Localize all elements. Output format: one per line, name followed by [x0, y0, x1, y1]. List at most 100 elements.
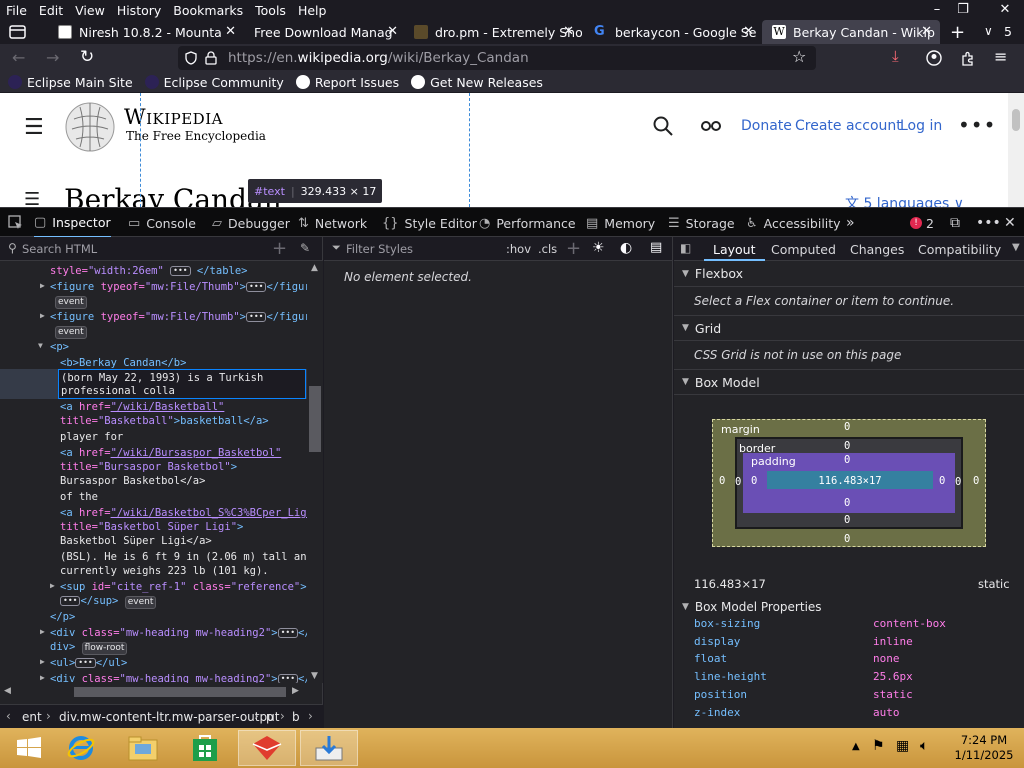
event-badge[interactable]: event [124, 596, 157, 609]
border-right-value[interactable]: 0 [955, 476, 961, 488]
tab-fdm[interactable]: Free Download Manag ✕ [244, 20, 406, 44]
scroll-down-icon[interactable]: ▼ [311, 671, 318, 681]
scroll-thumb[interactable] [74, 687, 286, 697]
tab-accessibility[interactable]: ♿ Accessibility [746, 208, 841, 238]
scroll-thumb[interactable] [309, 386, 321, 452]
padding-right-value[interactable]: 0 [939, 475, 945, 487]
menu-history[interactable]: History [111, 3, 167, 18]
markup-line[interactable]: Bursaspor Basketbol</a> [60, 475, 205, 487]
more-tools-icon[interactable]: » [846, 208, 855, 238]
markup-tree[interactable]: style="width:26em" ••• </table> ▶ <figur… [0, 261, 307, 692]
clock[interactable]: 7:24 PM 1/11/2025 [952, 733, 1016, 763]
reload-icon[interactable]: ↻ [80, 47, 94, 67]
toggle-sidebar-icon[interactable]: ◧ [680, 241, 691, 255]
list-all-tabs-button[interactable]: ∨ [984, 24, 993, 38]
create-account-link[interactable]: Create account [795, 118, 902, 134]
breadcrumb-item[interactable]: p [266, 710, 274, 724]
more-options-icon[interactable]: ••• [958, 113, 996, 137]
box-model-properties-header[interactable]: ▼ Box Model Properties [674, 597, 1024, 617]
volume-icon[interactable]: 🔈︎ [920, 738, 928, 754]
close-tab-icon[interactable]: ✕ [563, 24, 574, 39]
flag-icon[interactable]: ⚑ [872, 738, 885, 754]
markup-line[interactable]: <a href="/wiki/Basketbol_S%C3%BCper_Ligi… [60, 507, 307, 519]
menu-tools[interactable]: Tools [249, 3, 292, 18]
element-picker-icon[interactable] [8, 215, 24, 231]
property-row[interactable]: box-sizing content-box [694, 617, 1014, 635]
menu-view[interactable]: View [69, 3, 111, 18]
markup-line[interactable]: style="width:26em" ••• </table> [50, 265, 247, 277]
network-icon[interactable]: ▦ [896, 738, 909, 754]
box-model-margin[interactable]: margin 0 0 0 0 border 0 0 0 0 padding 0 … [712, 419, 986, 547]
tab-storage[interactable]: ☰ Storage [668, 208, 735, 238]
box-model-section-header[interactable]: ▼ Box Model [674, 369, 1024, 395]
print-simulation-icon[interactable]: ▤ [650, 240, 662, 255]
markup-line[interactable]: <ul> ••• </ul> [50, 657, 127, 669]
close-tab-icon[interactable]: ✕ [743, 24, 754, 39]
tab-performance[interactable]: ◔ Performance [479, 208, 576, 238]
tab-debugger[interactable]: ▱ Debugger [212, 208, 290, 238]
tab-computed[interactable]: Computed [771, 242, 836, 257]
extensions-icon[interactable] [960, 50, 976, 66]
event-badge[interactable]: event [55, 326, 87, 339]
border-bottom-value[interactable]: 0 [844, 514, 850, 526]
close-tab-icon[interactable]: ✕ [225, 24, 236, 39]
tab-layout[interactable]: Layout [704, 237, 765, 261]
bookmark-report-issues[interactable]: Report Issues [295, 75, 399, 90]
markup-line[interactable]: <figure typeof="mw:File/Thumb"> ••• </figu… [50, 281, 307, 293]
markup-line[interactable]: <p> [50, 341, 69, 353]
lock-icon[interactable] [204, 51, 218, 65]
html-search-input[interactable]: Search HTML [22, 242, 97, 256]
breadcrumb-item[interactable]: ent [22, 710, 42, 724]
markup-horizontal-scrollbar[interactable]: ◀ ▶ [0, 683, 307, 701]
margin-bottom-value[interactable]: 0 [844, 533, 850, 545]
show-hidden-icons[interactable]: ▲ [852, 741, 860, 752]
flow-root-badge[interactable]: flow-root [81, 642, 128, 655]
breadcrumb-item[interactable]: b [292, 710, 300, 724]
new-tab-button[interactable]: + [950, 22, 965, 43]
scroll-up-icon[interactable]: ▲ [311, 263, 318, 273]
account-icon[interactable] [926, 50, 942, 66]
property-row[interactable]: z-index auto [694, 706, 1014, 724]
close-tab-icon[interactable]: ✕ [921, 24, 932, 39]
property-row[interactable]: position static [694, 688, 1014, 706]
markup-line[interactable]: <figure typeof="mw:File/Thumb"> ••• </figu… [50, 311, 307, 323]
tabs-dropdown-icon[interactable]: ▼ [1012, 242, 1020, 253]
dock-side-icon[interactable]: ⧉ [950, 208, 960, 238]
border-left-value[interactable]: 0 [735, 476, 741, 488]
markup-line[interactable]: <a href="/wiki/Basketball" [60, 401, 224, 413]
padding-bottom-value[interactable]: 0 [844, 497, 850, 509]
scroll-right-icon[interactable]: ▶ [292, 686, 299, 696]
markup-line[interactable]: div> flow-root [50, 641, 128, 655]
menu-edit[interactable]: Edit [33, 3, 69, 18]
appearance-icon[interactable] [700, 119, 722, 133]
markup-line[interactable]: Basketbol Süper Ligi</a> [60, 535, 212, 547]
padding-top-value[interactable]: 0 [844, 454, 850, 466]
login-link[interactable]: Log in [900, 118, 942, 134]
add-node-icon[interactable]: + [272, 238, 287, 259]
taskbar-internet-explorer[interactable] [52, 730, 110, 766]
tab-console[interactable]: ▭ Console [128, 208, 196, 238]
hover-states-button[interactable]: :hov [506, 242, 531, 256]
donate-link[interactable]: Donate [741, 118, 792, 134]
error-count-badge[interactable]: ! 2 [910, 208, 934, 238]
markup-line[interactable]: ••• </sup> event [60, 595, 157, 609]
markup-line[interactable]: title="Basketbol Süper Ligi"> [60, 521, 243, 533]
back-arrow-icon[interactable]: ← [12, 48, 25, 67]
wikipedia-wordmark[interactable]: Wikipedia [124, 105, 223, 129]
devtools-menu-icon[interactable]: ••• [976, 208, 1001, 238]
grid-section-header[interactable]: ▼ Grid [674, 315, 1024, 341]
taskbar-store[interactable] [176, 730, 234, 766]
light-mode-icon[interactable]: ☀ [592, 240, 605, 256]
close-devtools-icon[interactable]: ✕ [1004, 208, 1016, 238]
bookmark-get-new-releases[interactable]: Get New Releases [411, 75, 543, 90]
url-text[interactable]: https://en.wikipedia.org/wiki/Berkay_Can… [228, 50, 529, 66]
tab-niresh[interactable]: Niresh 10.8.2 - Mounta ✕ [48, 20, 244, 44]
filter-styles-input[interactable]: Filter Styles [346, 242, 413, 256]
menu-help[interactable]: Help [292, 3, 333, 18]
margin-top-value[interactable]: 0 [844, 421, 850, 433]
scroll-left-icon[interactable]: ◀ [4, 686, 11, 696]
hamburger-menu-icon[interactable]: ≡ [994, 47, 1007, 66]
toc-icon[interactable]: ☰ [24, 189, 40, 207]
url-bar[interactable]: https://en.wikipedia.org/wiki/Berkay_Can… [178, 46, 816, 70]
main-menu-icon[interactable]: ☰ [24, 115, 44, 140]
